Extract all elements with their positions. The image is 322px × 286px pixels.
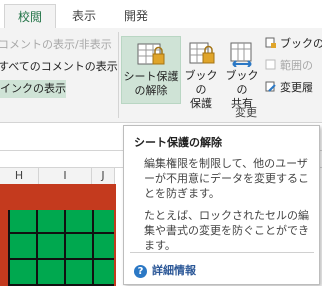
protect-share-icon xyxy=(265,37,276,48)
tab-developer[interactable]: 開発 xyxy=(114,4,158,28)
sheet-lock-icon xyxy=(137,43,165,65)
ribbon-tab-bar: 校閲 表示 開発 xyxy=(0,0,322,30)
green-cell-block xyxy=(8,210,114,286)
show-hide-comment-label: コメントの表示/非表示 xyxy=(0,38,112,51)
tooltip-description-1: 編集権限を制限して、他のユーザーが不用意にデータを変更することを防ぎます。 xyxy=(144,157,309,200)
column-header-j[interactable]: J xyxy=(92,168,115,185)
more-info-label: 詳細情報 xyxy=(152,264,196,277)
workbook-lock-icon xyxy=(189,42,215,64)
protect-workbook-label-2: の xyxy=(195,83,207,96)
column-header-h[interactable]: H xyxy=(0,168,39,185)
column-header-i[interactable]: I xyxy=(39,168,92,185)
help-icon: ? xyxy=(134,265,147,278)
protect-workbook-button[interactable]: ブックの 保護 xyxy=(182,36,220,110)
show-all-comments-label: すべてのコメントの表示 xyxy=(0,60,118,73)
allow-edit-ranges-label: 範囲の xyxy=(280,59,313,72)
show-hide-comment-button[interactable]: コメントの表示/非表示 xyxy=(0,36,112,54)
protect-workbook-label-3: 保護 xyxy=(190,97,212,110)
unprotect-sheet-label-1: シート保護 xyxy=(123,70,179,83)
tooltip-title: シート保護の解除 xyxy=(134,136,222,149)
track-changes-label: 変更履 xyxy=(280,81,313,94)
show-ink-button[interactable]: インクの表示 xyxy=(0,80,66,98)
share-workbook-label-2: の xyxy=(236,83,248,96)
unprotect-sheet-button[interactable]: シート保護 の解除 xyxy=(121,36,181,104)
allow-edit-ranges-button[interactable]: 範囲の xyxy=(265,56,313,76)
track-changes-button[interactable]: 変更履 xyxy=(265,78,313,98)
tab-review[interactable]: 校閲 xyxy=(4,4,56,30)
unprotect-sheet-label-2: の解除 xyxy=(134,84,168,97)
tooltip-divider xyxy=(130,252,314,253)
edit-ranges-icon xyxy=(265,59,276,70)
track-changes-icon xyxy=(265,81,276,92)
protect-and-share-button[interactable]: ブックの xyxy=(265,34,322,54)
tooltip-description-2: たとえば、ロックされたセルの編集や書式の変更を防ぐことができます。 xyxy=(144,209,309,252)
tab-view[interactable]: 表示 xyxy=(62,4,106,28)
show-all-comments-button[interactable]: すべてのコメントの表示 xyxy=(0,58,118,76)
share-workbook-icon xyxy=(230,42,252,67)
protect-workbook-label-1: ブック xyxy=(184,69,218,82)
group-separator xyxy=(118,32,119,118)
protect-share-label: ブックの xyxy=(280,37,322,50)
changes-group-label: 変更 xyxy=(235,106,257,119)
show-ink-label: インクの表示 xyxy=(0,82,66,95)
tooltip-more-info-link[interactable]: ? 詳細情報 xyxy=(134,262,196,278)
unprotect-sheet-tooltip: シート保護の解除 編集権限を制限して、他のユーザーが不用意にデータを変更すること… xyxy=(123,125,320,285)
share-workbook-label-1: ブック xyxy=(225,69,259,82)
share-workbook-button[interactable]: ブックの 共有 xyxy=(222,36,262,110)
